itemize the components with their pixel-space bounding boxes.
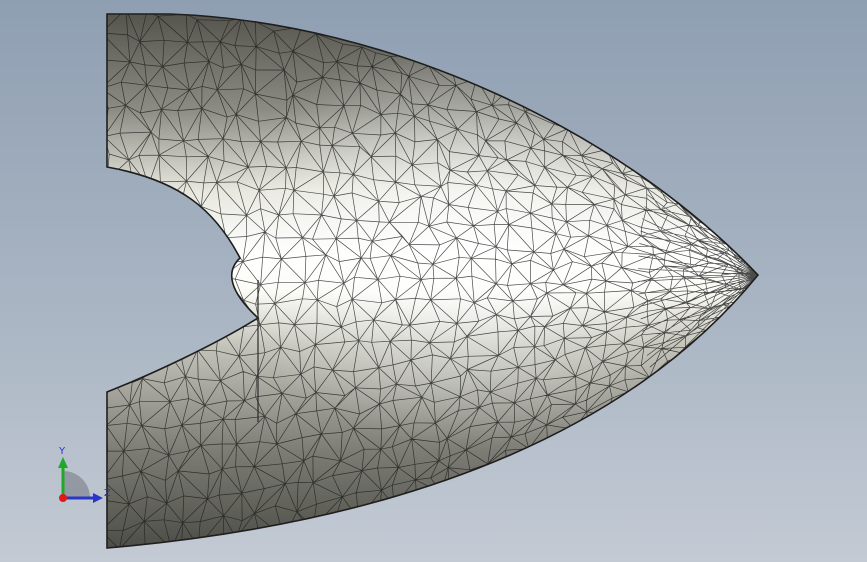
model-canvas[interactable]: Y Z (0, 0, 867, 562)
y-axis-arrow (58, 457, 68, 468)
graphics-viewport[interactable]: Y Z (0, 0, 867, 562)
view-triad[interactable]: Y Z (58, 446, 111, 503)
y-axis-label: Y (58, 446, 66, 457)
triad-origin (59, 494, 67, 502)
surface-highlight (107, 14, 758, 548)
z-axis-label: Z (104, 488, 111, 499)
triad-plane-quadrant (63, 471, 90, 498)
z-axis-arrow (93, 493, 103, 503)
mesh-model[interactable] (101, 9, 768, 555)
